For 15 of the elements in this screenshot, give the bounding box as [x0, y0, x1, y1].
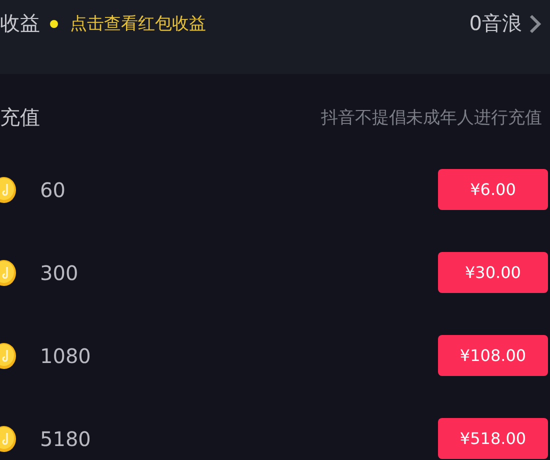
recharge-title: 充值 [0, 104, 40, 131]
coin-amount: 1080 [40, 344, 91, 368]
minor-notice: 抖音不提倡未成年人进行充值 [321, 107, 542, 129]
coin-amount: 5180 [40, 426, 91, 450]
coin-amount: 60 [40, 178, 66, 202]
price-button[interactable]: ¥6.00 [438, 169, 548, 210]
balance-text[interactable]: 0音浪 [469, 10, 522, 37]
dot-icon [50, 20, 58, 28]
chevron-icon[interactable] [528, 12, 542, 34]
income-label: 收益 [0, 10, 40, 37]
price-button[interactable]: ¥518.00 [438, 418, 548, 459]
income-details-link[interactable]: 点击查看红包收益 [70, 12, 206, 35]
price-button[interactable]: ¥108.00 [438, 335, 548, 376]
coin-amount: 300 [40, 260, 78, 284]
price-button[interactable]: ¥30.00 [438, 252, 548, 293]
